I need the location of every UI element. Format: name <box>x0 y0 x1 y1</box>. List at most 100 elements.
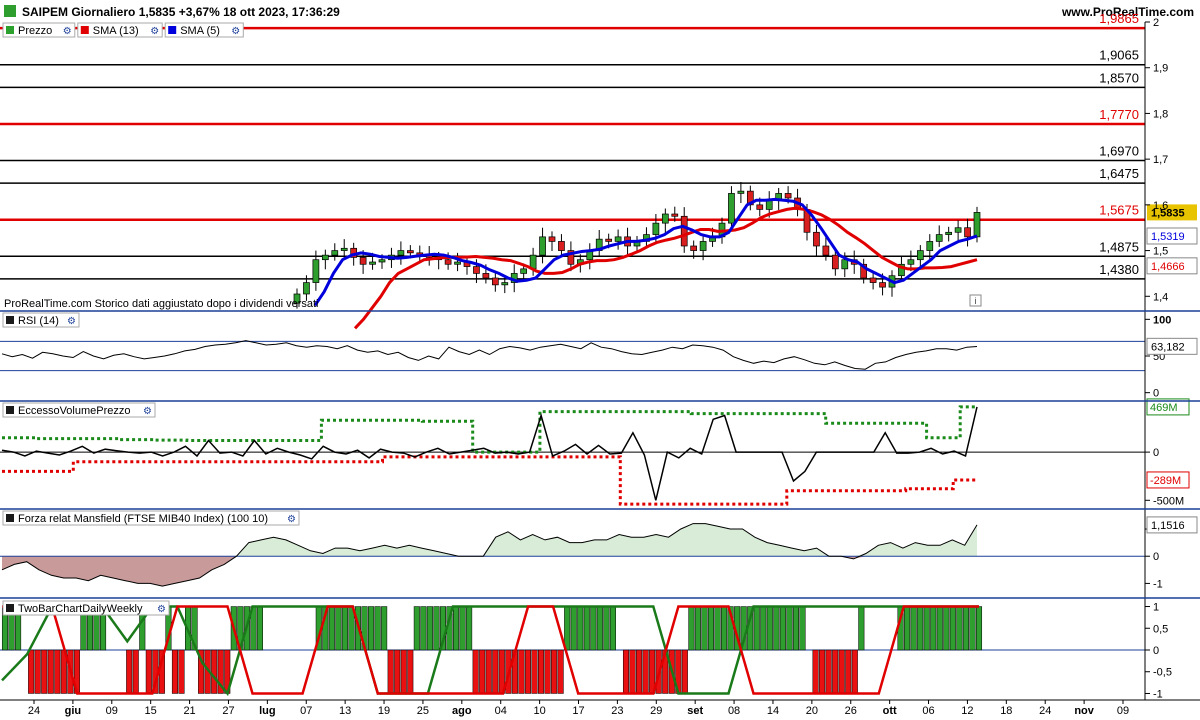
x-axis-tick-label: 04 <box>495 705 507 717</box>
daily-bar <box>701 606 708 651</box>
wrench-icon: ⚙ <box>67 316 76 327</box>
candle-body <box>973 212 981 238</box>
mansfield-relative-strength-panel[interactable]: Forza relat Mansfield (FTSE MIB40 Index)… <box>0 510 1145 587</box>
daily-bar <box>426 606 433 651</box>
candle-body <box>869 277 877 283</box>
two-bar-daily-weekly-panel[interactable]: TwoBarChartDailyWeekly ⚙ <box>0 600 1145 697</box>
y-axis-tick-label: -500M <box>1153 495 1184 507</box>
daily-bar <box>583 606 590 651</box>
candle-body <box>359 257 367 265</box>
rsi-panel[interactable]: RSI (14) ⚙ <box>0 312 1145 372</box>
daily-bar <box>145 649 152 694</box>
price-level-label: 1,4875 <box>1099 239 1139 254</box>
daily-bar <box>374 606 381 651</box>
daily-bar <box>688 606 695 651</box>
daily-bar <box>472 649 479 694</box>
daily-bar <box>910 606 917 651</box>
daily-bar <box>851 649 858 694</box>
panel-color-icon <box>6 316 14 324</box>
value-badge-label: 63,182 <box>1151 341 1185 353</box>
daily-bar <box>531 649 538 694</box>
chart-type-icon[interactable] <box>4 5 16 17</box>
legend-swatch <box>6 26 14 34</box>
x-axis[interactable]: 24 giu 09 15 21 27 lug 07 13 19 25 ago 04 10 17 23 29 set… <box>0 699 1200 717</box>
candle-body <box>690 245 698 251</box>
daily-bar <box>394 649 401 694</box>
candle-body <box>444 259 452 265</box>
info-icon[interactable]: i <box>969 294 982 307</box>
candle-body <box>945 231 953 235</box>
x-axis-tick-label: 24 <box>1039 705 1051 717</box>
positive-area <box>2 523 977 557</box>
daily-bar <box>47 649 54 694</box>
x-axis-tick-label: 08 <box>728 705 740 717</box>
daily-bar <box>524 649 531 694</box>
y-axis-tick-label: 0 <box>1153 447 1159 459</box>
price-legend[interactable]: Prezzo ⚙ SMA (13) ⚙ SMA (5) ⚙ <box>2 22 244 38</box>
candle-body <box>548 236 556 242</box>
daily-bar <box>420 606 427 651</box>
daily-bar <box>642 649 649 694</box>
daily-bar <box>537 649 545 694</box>
daily-bar <box>636 649 643 694</box>
candle-body <box>935 234 943 242</box>
candle-body <box>406 250 414 254</box>
price-panel[interactable]: 1,9865 1,9065 1,8570 1,7770 1,6970 1,6475 1,56… <box>0 11 1145 330</box>
daily-bar <box>466 606 473 651</box>
y-axis-tick-label: -0,5 <box>1153 667 1172 679</box>
daily-bar <box>904 606 911 651</box>
daily-bar <box>570 606 577 651</box>
daily-bar <box>694 606 701 651</box>
volume-price-excess-panel[interactable]: EccessoVolumePrezzo ⚙ <box>0 402 1145 506</box>
daily-bar <box>381 606 388 651</box>
value-badge-label: -289M <box>1150 475 1181 487</box>
daily-bar <box>328 606 335 651</box>
daily-bar <box>707 606 715 651</box>
info-icon-glyph: i <box>975 296 977 306</box>
daily-bar <box>969 606 976 651</box>
y-axis-tick-label: 1,7 <box>1153 154 1168 166</box>
panel-color-icon <box>6 514 14 522</box>
price-level-label: 1,6970 <box>1099 144 1139 159</box>
x-axis-tick-label: 21 <box>183 705 195 717</box>
value-badge-label: 1,1516 <box>1151 520 1185 532</box>
daily-bar <box>34 649 41 694</box>
candle-body <box>539 236 546 256</box>
trading-chart[interactable]: SAIPEM Giornaliero 1,5835 +3,67% 18 ott … <box>0 0 1200 720</box>
daily-bar <box>564 606 571 651</box>
x-axis-tick-label: 25 <box>417 705 429 717</box>
x-axis-tick-label: 15 <box>145 705 157 717</box>
y-axis-tick-label: 0 <box>1153 645 1159 657</box>
x-axis-tick-label: 12 <box>961 705 973 717</box>
x-axis-tick-label: nov <box>1074 705 1094 717</box>
x-axis-tick-label: 14 <box>767 705 779 717</box>
daily-bar <box>779 606 786 651</box>
candle-body <box>491 277 499 286</box>
daily-bar <box>845 649 852 694</box>
x-axis-tick-label: 18 <box>1000 705 1012 717</box>
legend-swatch <box>168 26 177 34</box>
adjusted-data-note: ProRealTime.com Storico dati aggiustato … <box>4 298 318 310</box>
y-axis-tick-label: 2 <box>1153 17 1159 29</box>
x-axis-tick-label: 24 <box>28 705 40 717</box>
candle-body <box>605 238 613 242</box>
candle-body <box>680 215 688 247</box>
daily-bar <box>949 606 956 651</box>
x-axis-tick-label: 23 <box>611 705 623 717</box>
y-axis-tick-label: -1 <box>1153 688 1163 700</box>
candle-body <box>813 231 820 247</box>
candle-body <box>964 227 971 238</box>
candle-body <box>520 268 528 274</box>
y-axis-tick-label: 100 <box>1153 314 1171 326</box>
daily-bar <box>629 649 636 694</box>
candle-body <box>699 241 707 251</box>
price-level-label: 1,4380 <box>1099 262 1139 277</box>
x-axis-tick-label: 09 <box>1117 705 1129 717</box>
candle-body <box>454 261 461 265</box>
daily-bar <box>603 606 610 651</box>
daily-bar <box>492 649 499 694</box>
candle-body <box>303 282 310 295</box>
daily-bar <box>544 649 551 694</box>
daily-bar <box>609 606 616 651</box>
daily-bar <box>41 649 48 694</box>
